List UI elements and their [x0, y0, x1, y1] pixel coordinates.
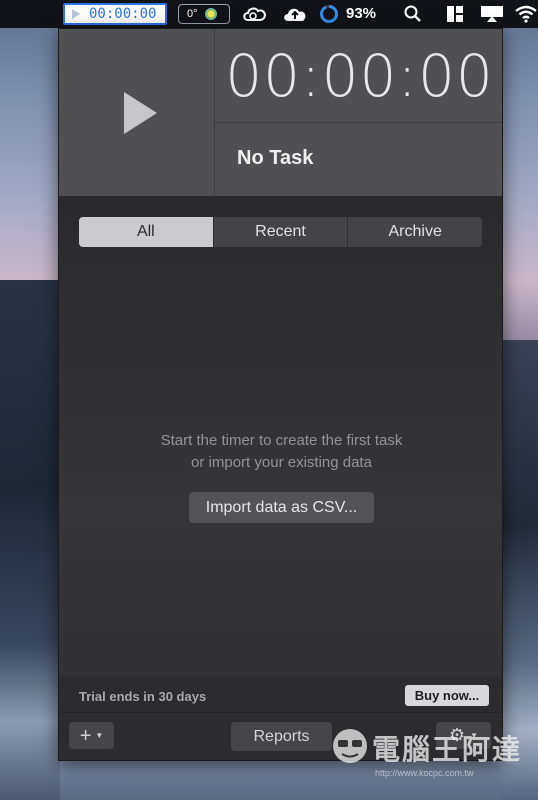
task-list-panel: All Recent Archive Start the timer to cr… [59, 196, 502, 760]
start-timer-button[interactable] [59, 29, 215, 196]
battery-percentage: 93% [346, 5, 377, 22]
airplay-icon[interactable] [479, 4, 505, 24]
empty-state-message: Start the timer to create the first task… [59, 430, 502, 474]
temperature-text: 0° [187, 8, 198, 20]
current-task-name[interactable]: No Task [237, 147, 313, 170]
watermark: 電腦王阿達 http://www.kocpc.com.tw [330, 720, 530, 790]
trial-text: Trial ends in 30 days [79, 689, 207, 704]
menu-timer-text: 00:00:00 [89, 6, 157, 22]
add-button[interactable]: + ▼ [69, 722, 114, 749]
watermark-text: 電腦王阿達 [372, 734, 523, 765]
chevron-down-icon: ▼ [95, 731, 104, 740]
plus-icon: + [79, 724, 92, 747]
watermark-mascot-icon [333, 729, 367, 763]
wifi-icon[interactable] [514, 4, 538, 24]
timer-header: 00:00:00 No Task [59, 29, 502, 196]
menu-timer-widget[interactable]: 00:00:00 [63, 3, 167, 25]
reports-button[interactable]: Reports [231, 722, 332, 751]
play-icon [72, 9, 80, 19]
play-icon [124, 91, 157, 134]
status-dot-icon [204, 8, 217, 20]
watermark-url: http://www.kocpc.com.tw [375, 768, 474, 778]
buy-now-button[interactable]: Buy now... [405, 685, 489, 706]
tab-archive[interactable]: Archive [347, 217, 482, 247]
timer-display: 00:00:00 [215, 29, 502, 123]
menu-bar: 00:00:00 0° 93% [0, 0, 538, 28]
trial-bar: Trial ends in 30 days Buy now... [59, 676, 502, 713]
menu-temperature-widget[interactable]: 0° [178, 4, 230, 24]
layout-icon[interactable] [444, 4, 466, 24]
battery-ring-icon [318, 4, 340, 24]
tab-all[interactable]: All [79, 217, 213, 247]
empty-state-line-2: or import your existing data [191, 454, 372, 471]
creative-cloud-icon[interactable] [240, 4, 270, 24]
empty-state-line-1: Start the timer to create the first task [160, 432, 403, 449]
filter-tabs: All Recent Archive [79, 217, 482, 247]
timer-app-popover: 00:00:00 No Task All Recent Archive Star… [58, 28, 503, 761]
search-icon[interactable] [402, 4, 424, 24]
tab-recent[interactable]: Recent [212, 217, 348, 247]
import-csv-button[interactable]: Import data as CSV... [189, 492, 374, 523]
cloud-upload-icon[interactable] [280, 4, 310, 24]
wallpaper-mountain-left [0, 280, 60, 800]
